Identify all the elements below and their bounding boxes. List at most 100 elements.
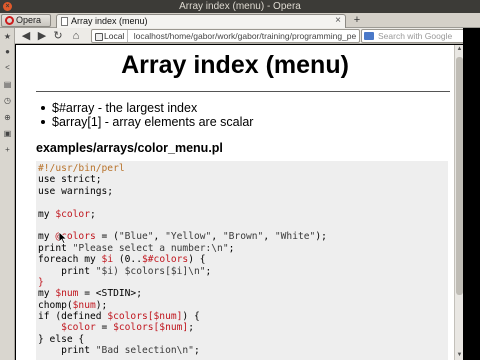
code-line: my $color;	[38, 209, 448, 220]
title-divider	[36, 91, 450, 92]
code-line: use warnings;	[38, 186, 448, 197]
code-block: #!/usr/bin/perl use strict; use warnings; …	[36, 161, 448, 360]
code-line: print "$i) $colors[$i]\n";	[38, 266, 448, 277]
code-token: ;	[188, 322, 194, 334]
code-token: print	[38, 345, 96, 357]
code-line: my @colors = ("Blue", "Yellow", "Brown",…	[38, 231, 448, 242]
code-token: );	[315, 231, 327, 243]
code-token: ) {	[188, 254, 206, 266]
code-line: #!/usr/bin/perl	[38, 163, 448, 174]
share-icon[interactable]: <	[3, 63, 12, 72]
address-toolbar: ◀ ▶ ↻ ⌂ Local localhost/home/gabor/work/…	[15, 28, 480, 44]
code-token: ;	[228, 242, 235, 254]
opera-menu-label: Opera	[16, 15, 42, 25]
code-token: $i	[101, 254, 114, 266]
tab-label: Array index (menu)	[71, 16, 148, 26]
code-token: ,	[153, 231, 166, 243]
bookmarks-star-icon[interactable]: ★	[3, 32, 12, 41]
search-placeholder: Search with Google	[378, 31, 453, 41]
code-token: if (defined	[38, 311, 108, 323]
code-token: print	[38, 242, 73, 254]
code-token: ;	[193, 345, 200, 357]
code-line: print "Bad selection\n";	[38, 345, 448, 356]
tab-close-icon[interactable]: ×	[335, 15, 341, 27]
code-line: use strict;	[38, 174, 448, 185]
code-token: ) {	[182, 311, 200, 323]
window-title: Array index (menu) - Opera	[179, 1, 301, 12]
code-token: $color	[61, 322, 96, 334]
tab-bar: Opera Array index (menu) × +	[0, 13, 480, 28]
code-token: }	[38, 276, 44, 288]
code-line: $color = $colors[$num];	[38, 322, 448, 333]
back-arrow-icon[interactable]: ◀	[19, 29, 33, 43]
code-token: } else {	[38, 333, 85, 345]
code-line: } else {	[38, 334, 448, 345]
search-input[interactable]: Search with Google	[361, 29, 477, 43]
bullet-list: $#array - the largest index $array[1] - …	[38, 101, 253, 129]
code-line: print "Please select a number:\n";	[38, 243, 448, 254]
page-content: Array index (menu) $#array - the largest…	[16, 45, 454, 360]
window-close-icon[interactable]: ×	[3, 2, 12, 11]
code-token: $colors[$num]	[107, 311, 183, 323]
code-token: ;	[89, 208, 96, 220]
home-icon[interactable]: ⌂	[69, 29, 83, 43]
code-token: =	[95, 322, 114, 334]
code-token: use strict;	[38, 174, 102, 186]
opera-menu-button[interactable]: Opera	[1, 14, 51, 27]
scrollbar-thumb[interactable]	[456, 57, 463, 295]
vertical-scrollbar[interactable]: ▲ ▼	[454, 45, 463, 360]
history-icon[interactable]: ◷	[3, 96, 12, 105]
code-line: }	[38, 277, 448, 288]
code-token: "$i) $colors[$i]\n"	[95, 265, 206, 277]
code-token: = (	[95, 231, 119, 243]
code-token: my	[38, 208, 56, 220]
mail-icon[interactable]: ▣	[3, 129, 12, 138]
forward-arrow-icon[interactable]: ▶	[35, 29, 49, 43]
speed-dial-icon[interactable]: ●	[3, 47, 12, 56]
search-engine-icon[interactable]	[364, 32, 374, 40]
code-line: chomp($num);	[38, 300, 448, 311]
code-token: );	[95, 299, 108, 311]
code-token: = <STDIN>;	[78, 288, 142, 300]
code-token: ,	[263, 231, 275, 243]
list-item: $array[1] - array elements are scalar	[38, 115, 253, 129]
code-token: $num	[55, 288, 79, 300]
local-badge[interactable]: Local	[92, 30, 129, 42]
downloads-icon[interactable]: ⊕	[3, 113, 12, 122]
code-line: if (defined $colors[$num]) {	[38, 311, 448, 322]
code-token: use warnings;	[38, 185, 114, 197]
side-panel: ★ ● < ▤ ◷ ⊕ ▣ +	[0, 28, 15, 360]
code-token: foreach my	[38, 254, 102, 266]
code-token: "Blue"	[118, 231, 154, 243]
code-token: "White"	[274, 231, 316, 243]
code-token: $color	[55, 208, 90, 220]
tab-array-index-menu[interactable]: Array index (menu) ×	[56, 14, 346, 28]
address-bar[interactable]: Local localhost/home/gabor/work/gabor/tr…	[91, 29, 360, 43]
code-token: print	[38, 265, 96, 277]
code-token: ,	[211, 231, 223, 243]
code-token: "Yellow"	[165, 231, 212, 243]
code-token: $#colors	[142, 254, 189, 266]
code-token: my	[38, 231, 56, 243]
code-token: $colors[$num]	[113, 322, 189, 334]
code-token: "Bad selection\n"	[95, 345, 194, 357]
code-token: $num	[72, 299, 96, 311]
code-token: "Brown"	[222, 231, 264, 243]
page-title: Array index (menu)	[121, 51, 349, 79]
title-bar: × Array index (menu) - Opera	[0, 0, 480, 13]
panel-add-icon[interactable]: +	[3, 145, 12, 154]
reload-icon[interactable]: ↻	[51, 29, 65, 43]
code-token: my	[38, 288, 56, 300]
code-token: #!/usr/bin/perl	[38, 163, 125, 174]
mouse-cursor-icon	[59, 232, 67, 244]
code-line: foreach my $i (0..$#colors) {	[38, 254, 448, 265]
code-token: ;	[205, 265, 212, 277]
code-line: my $num = <STDIN>;	[38, 288, 448, 299]
new-tab-icon[interactable]: +	[350, 14, 364, 27]
code-token: "Please select a number:\n"	[72, 242, 229, 254]
address-url[interactable]: localhost/home/gabor/work/gabor/training…	[131, 31, 357, 41]
notes-icon[interactable]: ▤	[3, 80, 12, 89]
